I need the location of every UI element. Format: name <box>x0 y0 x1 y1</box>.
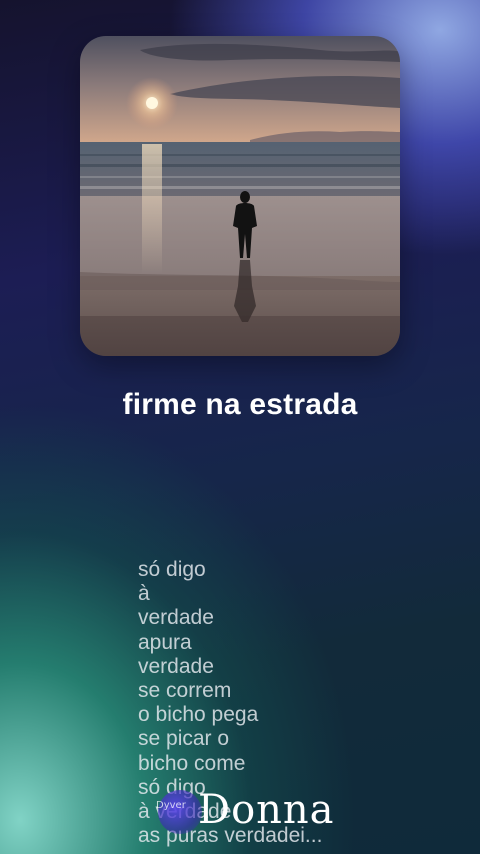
watermark-name: Donna <box>198 787 335 833</box>
watermark-logo: Dyver Donna <box>156 780 348 840</box>
lyric-line: o bicho pega <box>138 703 259 727</box>
lyric-line: se picar o <box>138 727 230 751</box>
lyric-line: à <box>138 582 150 606</box>
logo-mark-icon <box>158 790 202 834</box>
lyric-line: se correm <box>138 679 232 703</box>
track-title: firme na estrada <box>122 388 358 421</box>
lyric-line: verdade <box>138 606 214 630</box>
lyric-line: apura <box>138 630 192 654</box>
beach-sunset-image <box>80 36 400 356</box>
lyric-line: só digo <box>138 558 206 581</box>
album-art <box>80 36 400 356</box>
lyric-line: verdade <box>138 654 214 678</box>
lyric-line: bicho come <box>138 751 246 775</box>
watermark-small-text: Dyver <box>156 800 186 811</box>
